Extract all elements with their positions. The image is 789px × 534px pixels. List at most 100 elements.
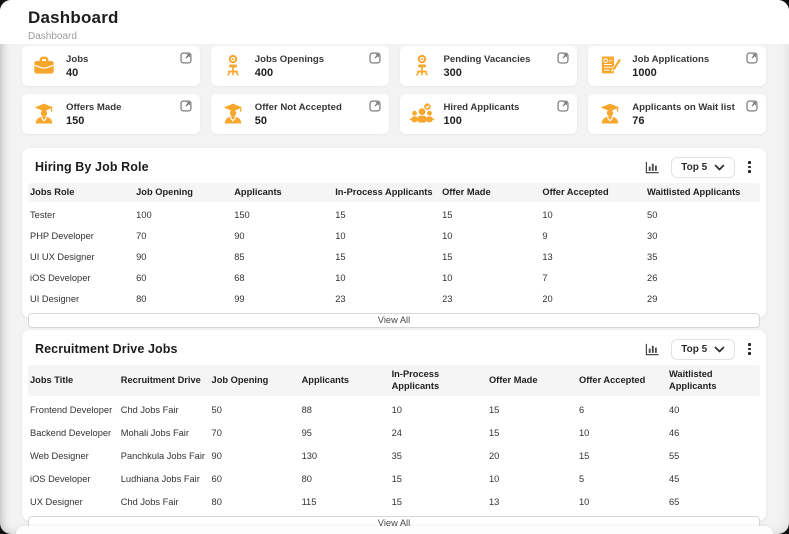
table-cell: 15 xyxy=(390,497,487,507)
bar-chart-icon[interactable] xyxy=(645,160,660,175)
table-header-row: Jobs Role Job Opening Applicants In-Proc… xyxy=(28,183,760,202)
table-cell: 9 xyxy=(540,231,645,241)
column-header: In-Process Applicants xyxy=(390,369,487,392)
stat-card-value: 300 xyxy=(444,67,531,79)
column-header: Waitlisted Applicants xyxy=(667,369,760,392)
table-cell: 70 xyxy=(134,231,232,241)
table-cell: Ludhiana Jobs Fair xyxy=(119,474,210,484)
table-cell: Mohali Jobs Fair xyxy=(119,428,210,438)
table-row: UI UX Designer 90 85 15 15 13 35 xyxy=(28,246,760,267)
table-row: iOS Developer Ludhiana Jobs Fair 60 80 1… xyxy=(28,467,760,490)
table-cell: 50 xyxy=(210,405,300,415)
view-all-button[interactable]: View All xyxy=(28,313,760,328)
table-cell: 15 xyxy=(440,210,540,220)
expand-icon[interactable] xyxy=(369,52,381,64)
table-cell: Panchkula Jobs Fair xyxy=(119,451,210,461)
stat-card-label: Jobs xyxy=(66,54,88,65)
column-header: Offer Made xyxy=(487,375,577,387)
graduate-icon xyxy=(220,101,246,127)
expand-icon[interactable] xyxy=(180,100,192,112)
panel-title: Hiring By Job Role xyxy=(35,160,149,174)
stat-card-hired-applicants: Hired Applicants 100 xyxy=(400,94,578,134)
table-cell: 60 xyxy=(134,273,232,283)
breadcrumb[interactable]: Dashboard xyxy=(28,31,789,42)
filter-label: Top 5 xyxy=(681,162,707,173)
table-cell: 10 xyxy=(487,474,577,484)
table-cell: 15 xyxy=(487,405,577,415)
stat-card-job-applications: Job Applications 1000 xyxy=(588,46,766,86)
table-cell: Backend Developer xyxy=(28,428,119,438)
column-header: Applicants xyxy=(232,187,333,199)
expand-icon[interactable] xyxy=(746,52,758,64)
stat-card-pending-vacancies: Pending Vacancies 300 xyxy=(400,46,578,86)
table-cell: 15 xyxy=(333,252,440,262)
stat-cards-grid: Jobs 40 Jobs Openings 400 Pending Vacanc… xyxy=(22,46,766,134)
table-cell: Chd Jobs Fair xyxy=(119,497,210,507)
hired-group-icon xyxy=(409,101,435,127)
top5-filter-dropdown[interactable]: Top 5 xyxy=(671,339,735,360)
table-cell: 15 xyxy=(487,428,577,438)
table-cell: 23 xyxy=(333,294,440,304)
table-row: PHP Developer 70 90 10 10 9 30 xyxy=(28,225,760,246)
table-cell: 65 xyxy=(667,497,760,507)
column-header: Offer Made xyxy=(440,187,540,199)
table-cell: 7 xyxy=(540,273,645,283)
table-cell: 13 xyxy=(540,252,645,262)
table-cell: iOS Developer xyxy=(28,474,119,484)
table-cell: 10 xyxy=(333,231,440,241)
stat-card-label: Job Applications xyxy=(632,54,709,65)
column-header: Job Opening xyxy=(134,187,232,199)
stat-card-jobs-openings: Jobs Openings 400 xyxy=(211,46,389,86)
table-cell: 95 xyxy=(300,428,390,438)
table-cell: 100 xyxy=(134,210,232,220)
recruitment-drive-jobs-panel: Recruitment Drive Jobs Top 5 Jobs Title … xyxy=(22,330,766,521)
table-cell: 10 xyxy=(577,428,667,438)
stat-card-waitlist-applicants: Applicants on Wait list 76 xyxy=(588,94,766,134)
table-cell: UI UX Designer xyxy=(28,252,134,262)
table-cell: 90 xyxy=(232,231,333,241)
kebab-menu-icon[interactable] xyxy=(746,342,753,356)
table-cell: 15 xyxy=(577,451,667,461)
page-title: Dashboard xyxy=(28,8,789,28)
expand-icon[interactable] xyxy=(369,100,381,112)
column-header: Recruitment Drive xyxy=(119,375,210,387)
bar-chart-icon[interactable] xyxy=(645,342,660,357)
chevron-down-icon xyxy=(714,163,725,172)
table-cell: 80 xyxy=(134,294,232,304)
stat-card-label: Applicants on Wait list xyxy=(632,102,735,113)
table-row: Frontend Developer Chd Jobs Fair 50 88 1… xyxy=(28,398,760,421)
stat-card-jobs: Jobs 40 xyxy=(22,46,200,86)
kebab-menu-icon[interactable] xyxy=(746,160,753,174)
expand-icon[interactable] xyxy=(746,100,758,112)
table-cell: 45 xyxy=(667,474,760,484)
table-cell: 30 xyxy=(645,231,760,241)
table-cell: 99 xyxy=(232,294,333,304)
page-header: Dashboard Dashboard xyxy=(0,0,789,44)
table-header-row: Jobs Title Recruitment Drive Job Opening… xyxy=(28,365,760,396)
next-panel-peek xyxy=(16,526,773,534)
expand-icon[interactable] xyxy=(557,52,569,64)
stat-card-value: 40 xyxy=(66,67,88,79)
table-cell: Chd Jobs Fair xyxy=(119,405,210,415)
table-cell: 85 xyxy=(232,252,333,262)
expand-icon[interactable] xyxy=(180,52,192,64)
stat-card-value: 100 xyxy=(444,115,520,127)
stat-card-offer-not-accepted: Offer Not Accepted 50 xyxy=(211,94,389,134)
table-cell: 90 xyxy=(134,252,232,262)
table-cell: 13 xyxy=(487,497,577,507)
table-cell: 80 xyxy=(210,497,300,507)
table-cell: 150 xyxy=(232,210,333,220)
table-cell: 68 xyxy=(232,273,333,283)
table-cell: 70 xyxy=(210,428,300,438)
table-cell: Frontend Developer xyxy=(28,405,119,415)
column-header: Offer Accepted xyxy=(577,375,667,387)
top5-filter-dropdown[interactable]: Top 5 xyxy=(671,157,735,178)
expand-icon[interactable] xyxy=(557,100,569,112)
table-cell: 23 xyxy=(440,294,540,304)
table-cell: 55 xyxy=(667,451,760,461)
table-cell: 50 xyxy=(645,210,760,220)
column-header: Waitlisted Applicants xyxy=(645,187,760,199)
hiring-by-job-role-panel: Hiring By Job Role Top 5 Jobs Role Job O… xyxy=(22,148,766,318)
table-cell: 46 xyxy=(667,428,760,438)
vacancy-chair-icon xyxy=(409,53,435,79)
